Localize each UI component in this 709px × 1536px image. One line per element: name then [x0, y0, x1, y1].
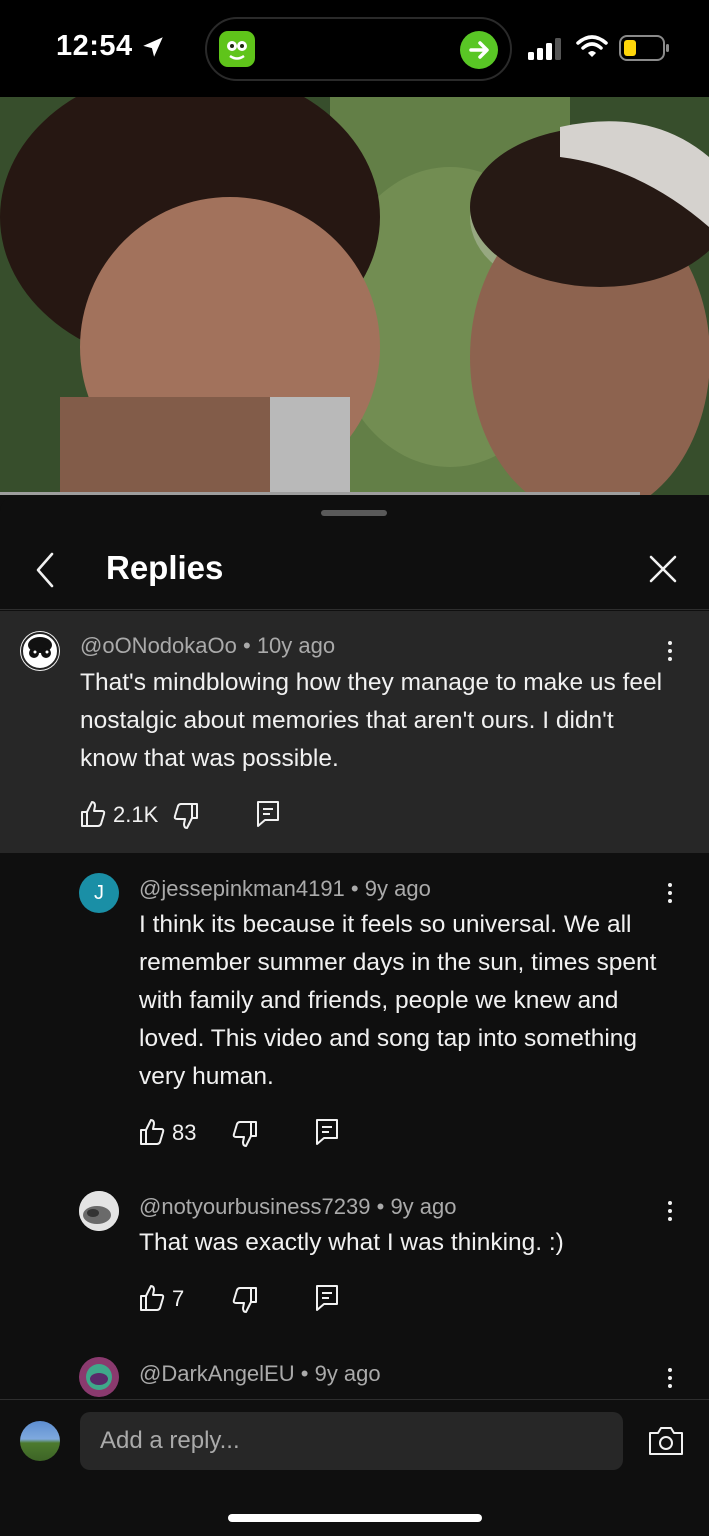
sheet-header: Replies: [0, 528, 709, 610]
avatar[interactable]: [20, 631, 60, 671]
sheet-drag-handle[interactable]: [321, 510, 387, 516]
status-time: 12:54: [56, 30, 133, 62]
meta-separator: •: [350, 876, 359, 901]
back-chevron-icon[interactable]: [30, 550, 62, 590]
video-player[interactable]: [0, 97, 709, 495]
reply-icon[interactable]: [315, 1284, 339, 1312]
avatar-letter: J: [94, 882, 104, 904]
reply-icon[interactable]: [256, 800, 280, 828]
comment-age: 9y ago: [364, 876, 431, 901]
comment-text: That's mindblowing how they manage to ma…: [80, 669, 663, 772]
comment-meta: @DarkAngelEU • 9y ago: [139, 1361, 381, 1387]
like-count: 7: [172, 1286, 185, 1311]
location-arrow-icon: [143, 37, 163, 57]
more-options-icon[interactable]: [660, 1199, 680, 1225]
close-icon[interactable]: [646, 552, 680, 586]
more-options-icon[interactable]: [660, 881, 680, 907]
comment-actions: 7: [139, 1284, 369, 1314]
battery-icon: [619, 35, 669, 61]
dislike-icon[interactable]: [232, 1120, 258, 1148]
cellular-signal-icon: [528, 38, 561, 60]
comment-author[interactable]: @jessepinkman4191: [139, 876, 345, 901]
comment-meta: @notyourbusiness7239 • 9y ago: [139, 1194, 457, 1220]
avatar[interactable]: [79, 1191, 119, 1231]
comment-author[interactable]: @DarkAngelEU: [139, 1361, 295, 1386]
comment-age: 10y ago: [256, 633, 336, 658]
video-progress-bar[interactable]: [0, 492, 640, 495]
reply-input[interactable]: [80, 1412, 623, 1470]
avatar: [20, 1421, 60, 1461]
meta-separator: •: [376, 1194, 385, 1219]
video-frame: [0, 97, 709, 495]
parent-comment: @oONodokaOo • 10y ago That's mindblowing…: [0, 611, 709, 853]
comment-age: 9y ago: [390, 1194, 457, 1219]
like-icon[interactable]: [139, 1118, 165, 1146]
home-indicator[interactable]: [228, 1514, 482, 1522]
more-options-icon[interactable]: [660, 1366, 680, 1392]
comment-actions: 83: [139, 1118, 369, 1148]
comment-age: 9y ago: [314, 1361, 381, 1386]
like-icon[interactable]: [139, 1284, 165, 1312]
camera-icon[interactable]: [648, 1426, 684, 1456]
wifi-icon: [576, 35, 608, 57]
reply-icon[interactable]: [315, 1118, 339, 1146]
page-title: Replies: [106, 549, 224, 586]
app-activity-icon: [219, 31, 255, 67]
comment-meta: @oONodokaOo • 10y ago: [80, 633, 335, 659]
avatar[interactable]: J: [79, 873, 119, 913]
meta-separator: •: [242, 633, 251, 658]
avatar[interactable]: [79, 1357, 119, 1397]
comment-meta: @jessepinkman4191 • 9y ago: [139, 876, 431, 902]
comment-text: That was exactly what I was thinking. :): [139, 1229, 564, 1256]
comment-text: I think its because it feels so universa…: [139, 911, 657, 1090]
like-count: 2.1K: [113, 802, 159, 827]
more-options-icon[interactable]: [660, 639, 680, 665]
status-bar: 12:54: [0, 0, 709, 97]
like-icon[interactable]: [80, 800, 106, 828]
comment-author[interactable]: @notyourbusiness7239: [139, 1194, 370, 1219]
comment-actions: 2.1K: [80, 800, 310, 830]
like-count: 83: [172, 1120, 197, 1145]
dislike-icon[interactable]: [173, 802, 199, 830]
meta-separator: •: [300, 1361, 309, 1386]
arrow-right-icon[interactable]: [460, 31, 498, 69]
comment-author[interactable]: @oONodokaOo: [80, 633, 237, 658]
dislike-icon[interactable]: [232, 1286, 258, 1314]
dynamic-island[interactable]: [205, 17, 512, 81]
